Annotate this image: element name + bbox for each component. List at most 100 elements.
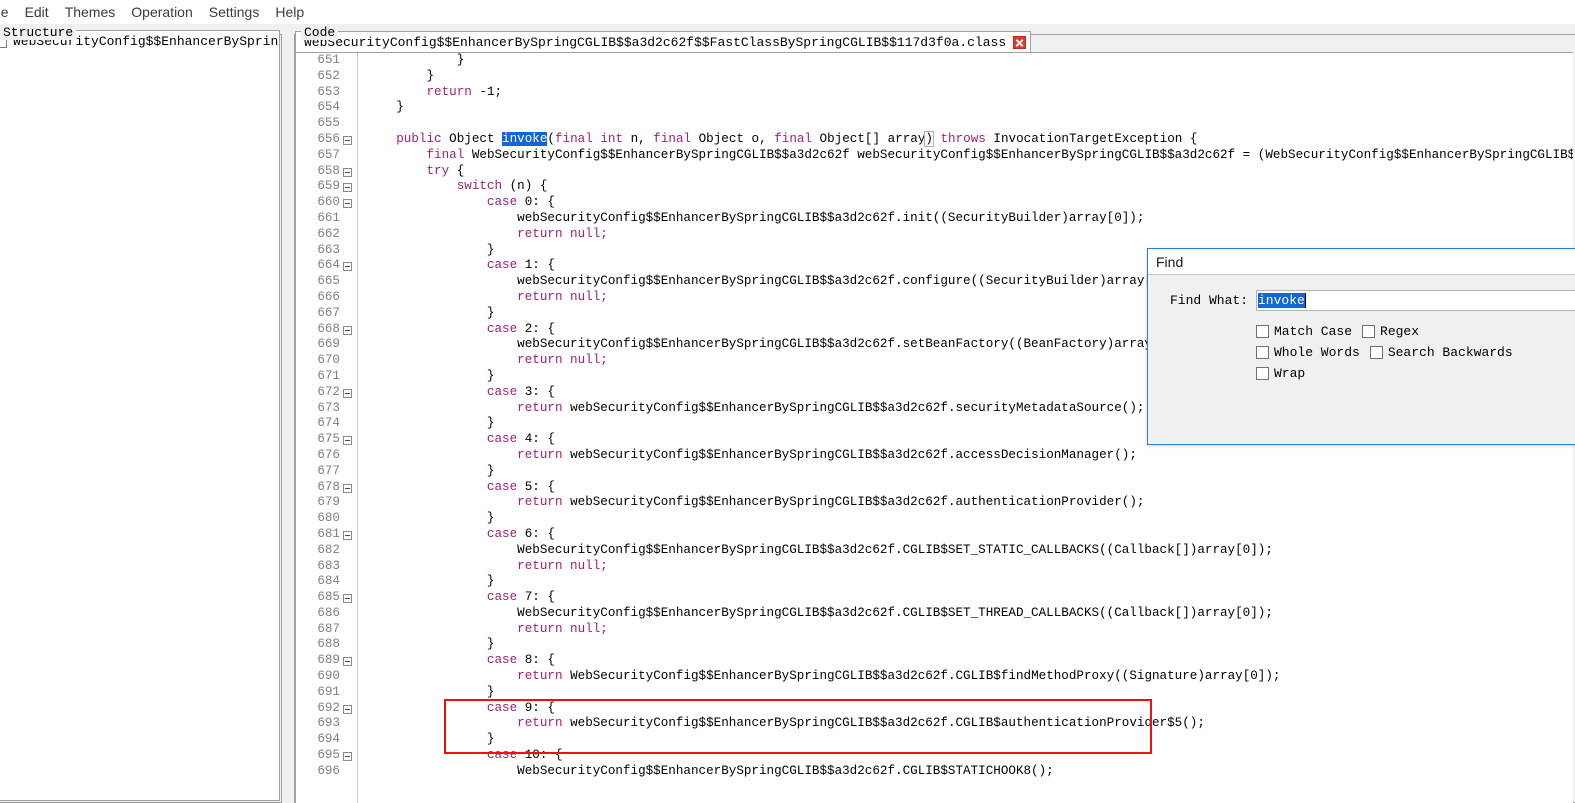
code-line[interactable]: 652 } [296, 69, 1573, 85]
code-line[interactable]: 681 case 6: { [296, 527, 1573, 543]
fold-collapse-icon[interactable] [343, 183, 352, 193]
code-keyword: case [486, 526, 518, 541]
code-token: ) [924, 130, 934, 147]
fold-collapse-icon[interactable] [343, 388, 352, 398]
code-line[interactable]: 658 try { [296, 164, 1573, 180]
search-backwards-checkbox[interactable]: Search Backwards [1369, 345, 1513, 360]
code-line[interactable]: 690 return WebSecurityConfig$$EnhancerBy… [296, 669, 1573, 685]
code-line[interactable]: 656 public Object invoke(final int n, fi… [296, 130, 1573, 148]
editor-tab[interactable]: WebSecurityConfig$$EnhancerBySpringCGLIB… [295, 31, 1032, 53]
menu-themes[interactable]: Themes [57, 1, 124, 23]
code-line[interactable]: 653 return -1; [296, 85, 1573, 101]
menu-help[interactable]: Help [267, 1, 312, 23]
line-number: 656 [317, 131, 340, 146]
code-token: webSecurityConfig$$EnhancerBySpringCGLIB… [366, 210, 1145, 225]
code-line[interactable]: 683 return null; [296, 559, 1573, 575]
menu-operation[interactable]: Operation [123, 1, 200, 23]
line-number: 678 [317, 479, 340, 494]
code-keyword: int [600, 131, 624, 146]
code-line[interactable]: 659 switch (n) { [296, 179, 1573, 195]
code-keyword: case [486, 432, 518, 447]
code-line[interactable]: 654 } [296, 100, 1573, 116]
fold-collapse-icon[interactable] [343, 483, 352, 493]
code-keyword: return null; [517, 226, 608, 241]
code-line[interactable]: 679 return webSecurityConfig$$EnhancerBy… [296, 495, 1573, 511]
find-what-input[interactable]: invoke [1256, 289, 1575, 311]
line-number: 694 [317, 732, 340, 747]
code-line-text: return null; [366, 353, 608, 369]
structure-tree[interactable]: WebSecurityConfig$$EnhancerBySpringCGLIB… [0, 30, 280, 801]
code-line[interactable]: 694 } [296, 732, 1573, 748]
line-number: 673 [317, 400, 340, 415]
code-line-text: return webSecurityConfig$$EnhancerBySpri… [366, 495, 1144, 511]
fold-collapse-icon[interactable] [343, 199, 352, 209]
find-options-row-2: Whole Words Search Backwards [1256, 342, 1523, 362]
fold-collapse-icon[interactable] [343, 325, 352, 335]
code-token: } [366, 732, 495, 747]
checkbox-box[interactable] [1369, 345, 1383, 359]
whole-words-checkbox[interactable]: Whole Words [1256, 345, 1360, 360]
code-line[interactable]: 686 WebSecurityConfig$$EnhancerBySpringC… [296, 606, 1573, 622]
code-line[interactable]: 657 final WebSecurityConfig$$EnhancerByS… [296, 148, 1573, 164]
code-line[interactable]: 660 case 0: { [296, 195, 1573, 211]
fold-collapse-icon[interactable] [343, 135, 352, 145]
code-token: 6: { [517, 526, 555, 541]
code-line[interactable]: 680 } [296, 511, 1573, 527]
code-line[interactable]: 677 } [296, 464, 1573, 480]
code-line[interactable]: 689 case 8: { [296, 653, 1573, 669]
fold-collapse-icon[interactable] [343, 262, 352, 272]
line-number: 671 [317, 368, 340, 383]
find-dialog[interactable]: Find Find What: invoke Match Case Regex W… [1147, 248, 1575, 445]
line-number: 664 [317, 258, 340, 273]
code-line[interactable]: 684 } [296, 574, 1573, 590]
fold-collapse-icon[interactable] [343, 436, 352, 446]
fold-collapse-icon[interactable] [343, 752, 352, 762]
checkbox-box[interactable] [1256, 345, 1269, 359]
code-keyword: case [486, 195, 518, 210]
code-keyword: return [517, 669, 563, 684]
code-line-text: } [366, 511, 495, 527]
code-line[interactable]: 693 return webSecurityConfig$$EnhancerBy… [296, 716, 1573, 732]
code-line[interactable]: 682 WebSecurityConfig$$EnhancerBySpringC… [296, 543, 1573, 559]
fold-collapse-icon[interactable] [343, 530, 352, 540]
wrap-checkbox[interactable]: Wrap [1256, 366, 1305, 381]
checkbox-box[interactable] [1362, 324, 1376, 338]
code-line[interactable]: 678 case 5: { [296, 480, 1573, 496]
code-line-text: return null; [366, 622, 608, 638]
code-line[interactable]: 651 } [296, 53, 1573, 69]
code-line-text: } [366, 369, 495, 385]
line-number: 687 [317, 621, 340, 636]
close-icon[interactable] [1013, 36, 1027, 49]
code-line[interactable]: 662 return null; [296, 227, 1573, 243]
code-line[interactable]: 695 case 10: { [296, 748, 1573, 764]
regex-checkbox[interactable]: Regex [1362, 324, 1419, 339]
line-number: 674 [317, 416, 340, 431]
code-line[interactable]: 685 case 7: { [296, 590, 1573, 606]
menu-file[interactable]: File [0, 1, 17, 23]
code-line[interactable]: 655 [296, 116, 1573, 132]
checkbox-box[interactable] [1256, 324, 1269, 338]
code-line[interactable]: 688 } [296, 637, 1573, 653]
menu-edit[interactable]: Edit [17, 1, 57, 23]
code-line[interactable]: 692 case 9: { [296, 701, 1573, 717]
match-case-checkbox[interactable]: Match Case [1256, 324, 1352, 339]
code-line[interactable]: 691 } [296, 685, 1573, 701]
fold-collapse-icon[interactable] [343, 594, 352, 604]
fold-collapse-icon[interactable] [343, 704, 352, 714]
code-line[interactable]: 676 return webSecurityConfig$$EnhancerBy… [296, 448, 1573, 464]
code-line[interactable]: 696 WebSecurityConfig$$EnhancerBySpringC… [296, 764, 1573, 780]
fold-collapse-icon[interactable] [343, 657, 352, 667]
checkbox-box[interactable] [1256, 366, 1269, 380]
code-keyword: final [653, 131, 692, 146]
code-line[interactable]: 687 return null; [296, 622, 1573, 638]
code-line-text: webSecurityConfig$$EnhancerBySpringCGLIB… [366, 274, 1182, 290]
code-line-text: webSecurityConfig$$EnhancerBySpringCGLIB… [366, 337, 1190, 353]
menu-settings[interactable]: Settings [201, 1, 268, 23]
code-line[interactable]: 661 webSecurityConfig$$EnhancerBySpringC… [296, 211, 1573, 227]
fold-collapse-icon[interactable] [343, 167, 352, 177]
